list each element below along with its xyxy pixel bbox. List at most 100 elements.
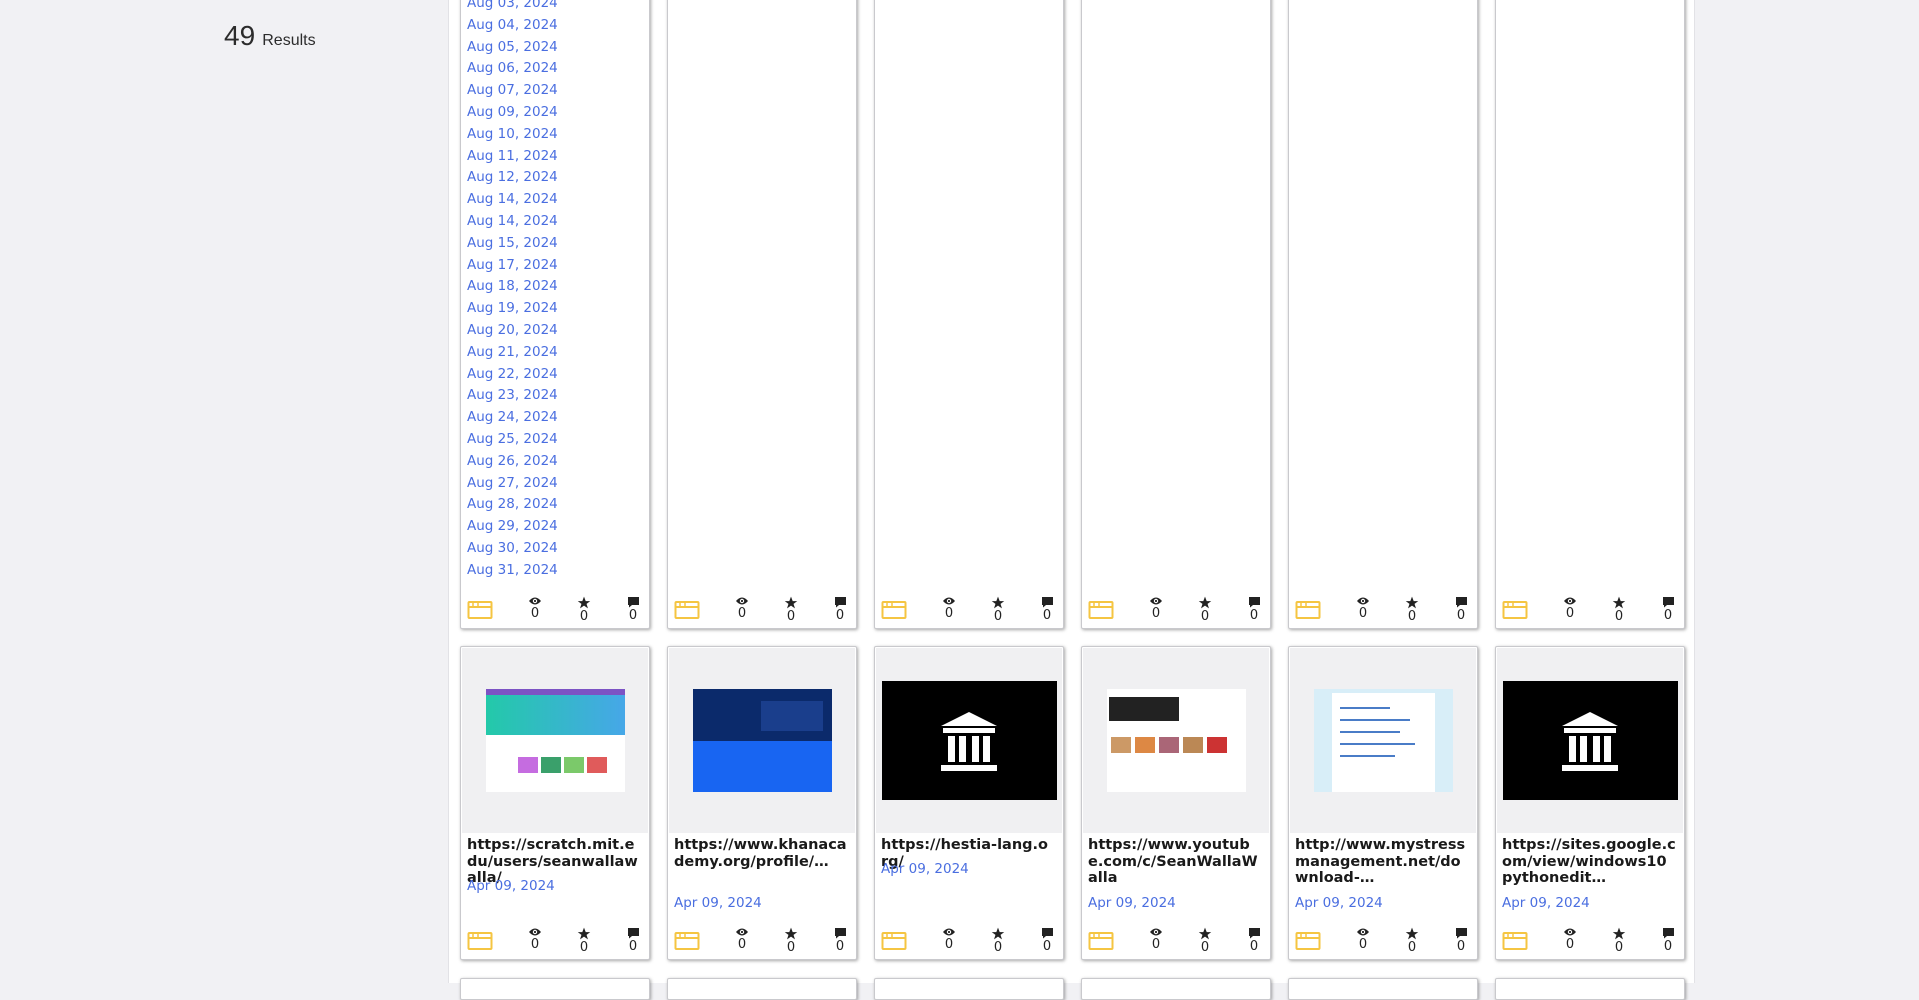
comments-stat: 0 — [1446, 592, 1476, 623]
capture-date-link[interactable]: Aug 29, 2024 — [467, 516, 558, 538]
result-card[interactable]: 0 0 0 — [1288, 0, 1478, 629]
results-count: 49 Results — [224, 20, 316, 52]
capture-date-link[interactable]: Aug 14, 2024 — [467, 189, 558, 211]
capture-date-link[interactable]: Aug 20, 2024 — [467, 320, 558, 342]
eye-icon — [1357, 597, 1369, 605]
capture-date-link[interactable]: Aug 18, 2024 — [467, 276, 558, 298]
result-card[interactable] — [667, 978, 857, 1000]
card-footer: 0 0 0 — [1289, 592, 1477, 628]
capture-date-link[interactable]: Aug 22, 2024 — [467, 364, 558, 386]
capture-date-link[interactable]: Aug 14, 2024 — [467, 211, 558, 233]
result-card[interactable]: https://sites.google.com/view/windows10p… — [1495, 646, 1685, 960]
capture-date-link[interactable]: Aug 06, 2024 — [467, 58, 558, 80]
card-thumbnail[interactable] — [669, 648, 855, 833]
star-icon — [1198, 927, 1212, 940]
capture-date-link[interactable]: Aug 10, 2024 — [467, 124, 558, 146]
views-count: 0 — [1358, 937, 1368, 952]
card-title[interactable]: https://www.khanacademy.org/profile/… — [674, 837, 848, 870]
comments-count: 0 — [1249, 608, 1259, 623]
star-icon — [1405, 596, 1419, 609]
comment-icon — [1455, 928, 1467, 939]
result-card[interactable]: https://scratch.mit.edu/users/seanwallaw… — [460, 646, 650, 960]
eye-icon — [1564, 597, 1576, 605]
result-card[interactable]: http://www.mystressmanagement.net/downlo… — [1288, 646, 1478, 960]
capture-date-link[interactable]: Aug 05, 2024 — [467, 37, 558, 59]
card-date[interactable]: Apr 09, 2024 — [881, 861, 969, 877]
capture-date-link[interactable]: Aug 12, 2024 — [467, 167, 558, 189]
card-thumbnail[interactable] — [462, 648, 648, 833]
capture-date-link[interactable]: Aug 25, 2024 — [467, 429, 558, 451]
card-title[interactable]: https://www.youtube.com/c/SeanWallaWalla — [1088, 837, 1262, 887]
comments-count: 0 — [835, 939, 845, 954]
card-footer: 0 0 0 — [668, 592, 856, 628]
result-card[interactable]: https://hestia-lang.org/ Apr 09, 2024 0 … — [874, 646, 1064, 960]
comments-count: 0 — [1042, 608, 1052, 623]
comment-icon — [627, 597, 639, 608]
capture-date-link[interactable]: Aug 28, 2024 — [467, 494, 558, 516]
result-card[interactable] — [460, 978, 650, 1000]
capture-date-link[interactable]: Aug 19, 2024 — [467, 298, 558, 320]
card-date[interactable]: Apr 09, 2024 — [1295, 895, 1383, 911]
eye-icon — [1150, 928, 1162, 936]
favorites-stat: 0 — [1604, 923, 1634, 955]
comments-stat: 0 — [1653, 923, 1683, 954]
capture-date-link[interactable]: Aug 27, 2024 — [467, 473, 558, 495]
views-count: 0 — [944, 606, 954, 621]
capture-date-link[interactable]: Aug 31, 2024 — [467, 560, 558, 582]
card-title[interactable]: http://www.mystressmanagement.net/downlo… — [1295, 837, 1469, 887]
web-icon — [1295, 601, 1321, 619]
result-card[interactable] — [874, 978, 1064, 1000]
result-card[interactable]: 0 0 0 — [1081, 0, 1271, 629]
result-card[interactable]: 0 0 0 — [874, 0, 1064, 629]
card-date[interactable]: Apr 09, 2024 — [1088, 895, 1176, 911]
result-card[interactable]: https://www.khanacademy.org/profile/… Ap… — [667, 646, 857, 960]
comments-stat: 0 — [1032, 592, 1062, 623]
comments-count: 0 — [1249, 939, 1259, 954]
card-thumbnail[interactable] — [1083, 648, 1269, 833]
card-thumbnail[interactable] — [1497, 648, 1683, 833]
result-card[interactable] — [1288, 978, 1478, 1000]
capture-date-list: Aug 03, 2024 Aug 04, 2024 Aug 05, 2024 Aug … — [467, 0, 558, 582]
capture-date-link[interactable]: Aug 26, 2024 — [467, 451, 558, 473]
star-icon — [577, 596, 591, 609]
results-label: Results — [262, 32, 316, 49]
capture-date-link[interactable]: Aug 07, 2024 — [467, 80, 558, 102]
card-thumbnail[interactable] — [1290, 648, 1476, 833]
card-thumbnail[interactable] — [876, 648, 1062, 833]
card-footer: 0 0 0 — [875, 592, 1063, 628]
web-icon — [1088, 601, 1114, 619]
results-number: 49 — [224, 20, 256, 51]
views-stat: 0 — [1348, 923, 1378, 952]
capture-date-link[interactable]: Aug 09, 2024 — [467, 102, 558, 124]
comments-count: 0 — [628, 939, 638, 954]
web-icon — [467, 601, 493, 619]
card-date[interactable]: Apr 09, 2024 — [467, 878, 555, 894]
capture-date-link[interactable]: Aug 04, 2024 — [467, 15, 558, 37]
comments-count: 0 — [628, 608, 638, 623]
views-count: 0 — [737, 937, 747, 952]
favorites-stat: 0 — [569, 592, 599, 624]
eye-icon — [736, 597, 748, 605]
capture-date-link[interactable]: Aug 11, 2024 — [467, 146, 558, 168]
result-card[interactable] — [1081, 978, 1271, 1000]
card-title[interactable]: https://sites.google.com/view/windows10p… — [1502, 837, 1676, 887]
card-date[interactable]: Apr 09, 2024 — [674, 895, 762, 911]
result-card[interactable]: 0 0 0 — [1495, 0, 1685, 629]
comment-icon — [1248, 928, 1260, 939]
favorites-count: 0 — [579, 940, 589, 955]
capture-date-link[interactable]: Aug 03, 2024 — [467, 0, 558, 15]
result-card[interactable]: 0 0 0 — [667, 0, 857, 629]
star-icon — [577, 927, 591, 940]
archive-building-icon — [881, 681, 1057, 800]
capture-date-link[interactable]: Aug 15, 2024 — [467, 233, 558, 255]
capture-date-link[interactable]: Aug 17, 2024 — [467, 255, 558, 277]
card-date[interactable]: Apr 09, 2024 — [1502, 895, 1590, 911]
capture-date-link[interactable]: Aug 21, 2024 — [467, 342, 558, 364]
result-card[interactable] — [1495, 978, 1685, 1000]
result-card[interactable]: https://www.youtube.com/c/SeanWallaWalla… — [1081, 646, 1271, 960]
capture-date-link[interactable]: Aug 24, 2024 — [467, 407, 558, 429]
capture-date-link[interactable]: Aug 30, 2024 — [467, 538, 558, 560]
capture-date-link[interactable]: Aug 23, 2024 — [467, 385, 558, 407]
comments-count: 0 — [1456, 608, 1466, 623]
result-card[interactable]: Aug 03, 2024 Aug 04, 2024 Aug 05, 2024 Aug … — [460, 0, 650, 629]
